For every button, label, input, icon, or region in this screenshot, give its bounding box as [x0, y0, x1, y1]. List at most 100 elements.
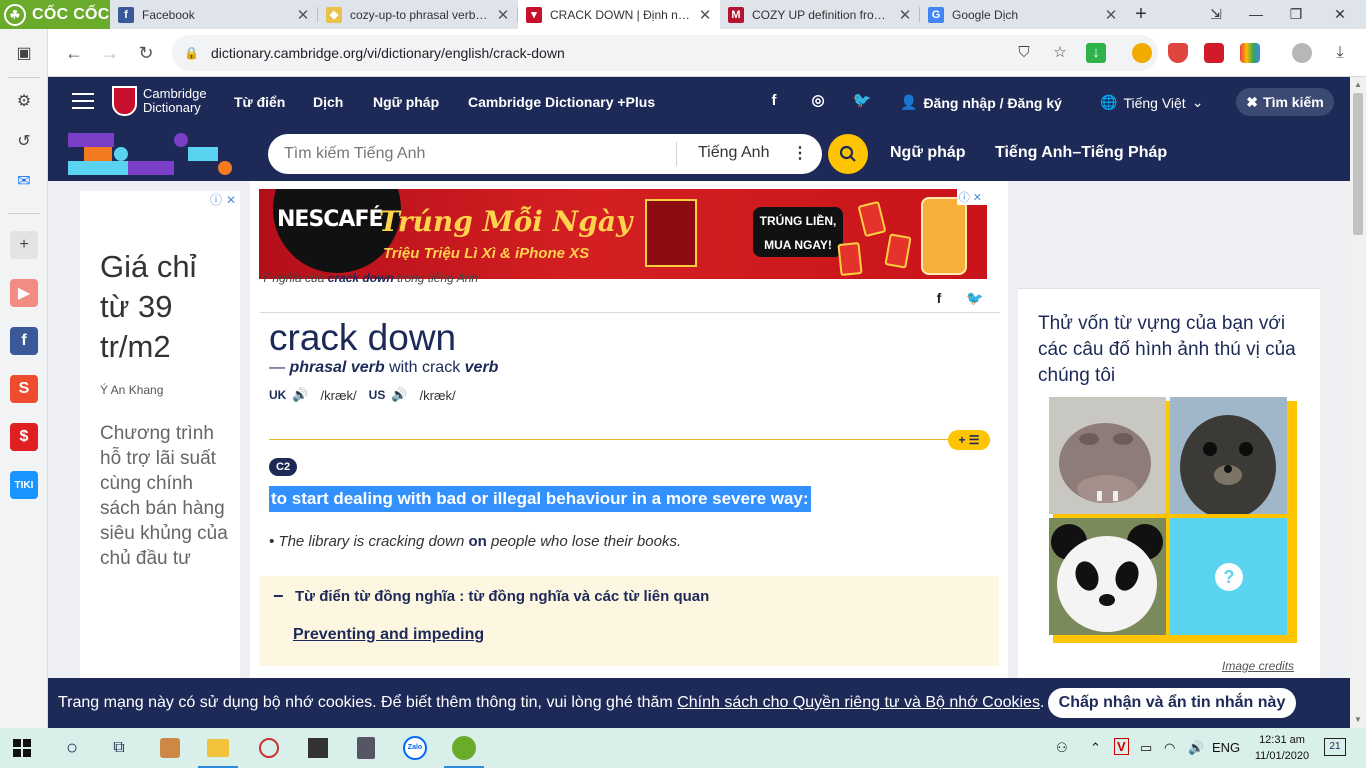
- tab-facebook[interactable]: f Facebook ✕: [110, 0, 318, 29]
- sendo-icon[interactable]: $: [10, 423, 38, 451]
- share-twitter-icon[interactable]: 🐦: [966, 289, 984, 307]
- hippo-image[interactable]: [1049, 397, 1166, 514]
- extension-color-icon[interactable]: [1240, 43, 1260, 63]
- quiz-image-grid[interactable]: ?: [1045, 393, 1297, 643]
- people-icon[interactable]: ⚇: [1056, 740, 1068, 756]
- pos-with-verb[interactable]: verb: [465, 359, 499, 376]
- image-credits-link[interactable]: Image credits: [1222, 659, 1294, 673]
- search-submit-button[interactable]: [828, 134, 868, 174]
- close-window-icon[interactable]: ✕: [1320, 0, 1360, 29]
- ad-choices-icon[interactable]: ⓘ✕: [956, 189, 987, 205]
- page-scrollbar[interactable]: ▲ ▼: [1350, 77, 1366, 728]
- app-icon-2[interactable]: [255, 734, 283, 762]
- new-tab-icon[interactable]: +: [1130, 0, 1152, 29]
- input-language[interactable]: ENG: [1212, 740, 1240, 755]
- scroll-down-icon[interactable]: ▼: [1350, 712, 1366, 728]
- cambridge-logo[interactable]: Cambridge Dictionary: [112, 86, 207, 116]
- vpn-tray-icon[interactable]: V: [1114, 738, 1129, 755]
- us-audio-speaker-icon[interactable]: 🔊: [391, 387, 407, 403]
- youtube-icon[interactable]: ▶: [10, 279, 38, 307]
- volume-icon[interactable]: 🔊: [1188, 740, 1204, 756]
- cookie-accept-button[interactable]: Chấp nhận và ẩn tin nhắn này: [1048, 688, 1296, 718]
- close-tab-icon[interactable]: ✕: [698, 6, 712, 24]
- taskbar-clock[interactable]: 12:31 am 11/01/2020: [1250, 732, 1314, 764]
- settings-gear-icon[interactable]: ⚙: [10, 87, 38, 115]
- file-explorer-icon[interactable]: [204, 734, 232, 762]
- share-facebook-icon[interactable]: f: [930, 289, 948, 307]
- banner-advertisement[interactable]: NESCAFÉ Trúng Mỗi Ngày Triệu Triệu Lì Xì…: [259, 189, 987, 279]
- close-tab-icon[interactable]: ✕: [898, 6, 912, 24]
- download-icon[interactable]: ↓: [1086, 43, 1106, 63]
- history-icon[interactable]: ↺: [10, 127, 38, 155]
- extension-shield-icon[interactable]: [1168, 43, 1188, 63]
- downloads-tray-icon[interactable]: ⤓: [1330, 43, 1350, 63]
- cookie-policy-link[interactable]: Chính sách cho Quyền riêng tư và Bộ nhớ …: [677, 694, 1040, 711]
- thesaurus-link[interactable]: Preventing and impeding: [293, 626, 484, 644]
- close-tab-icon[interactable]: ✕: [1104, 6, 1118, 24]
- app-icon-3[interactable]: [304, 734, 332, 762]
- left-advertisement[interactable]: ⓘ✕ Giá chỉ từ 39 tr/m2 Ý An Khang Chương…: [80, 191, 240, 681]
- nav-dictionary[interactable]: Từ điển: [234, 94, 285, 110]
- app-icon-4[interactable]: [352, 734, 380, 762]
- uk-audio-speaker-icon[interactable]: 🔊: [292, 387, 308, 403]
- dictionary-selector[interactable]: Tiếng Anh: [698, 144, 769, 162]
- login-link[interactable]: 👤 Đăng nhập / Đăng ký: [900, 94, 1062, 111]
- search-input[interactable]: [284, 142, 664, 166]
- tab-cozy-up-definition[interactable]: M COZY UP definition from M ✕: [720, 0, 920, 29]
- nav-grammar[interactable]: Ngữ pháp: [373, 94, 439, 110]
- header-search-button[interactable]: ✖ Tìm kiếm: [1236, 88, 1334, 116]
- extension-chrome-icon[interactable]: [1132, 43, 1152, 63]
- sidebar-toggle-icon[interactable]: ▣: [10, 39, 38, 67]
- reload-icon[interactable]: ↻: [134, 41, 158, 65]
- quick-link-english-french[interactable]: Tiếng Anh–Tiếng Pháp: [995, 144, 1167, 162]
- scrollbar-thumb[interactable]: [1353, 93, 1363, 235]
- messenger-icon[interactable]: ✉: [10, 167, 38, 195]
- extension-red-icon[interactable]: [1204, 43, 1224, 63]
- wifi-icon[interactable]: ◠: [1164, 740, 1175, 756]
- tab-crack-down[interactable]: ▾ CRACK DOWN | Định nghĩa ✕: [518, 0, 720, 29]
- back-arrow-icon[interactable]: ←: [62, 41, 86, 65]
- quick-link-grammar[interactable]: Ngữ pháp: [890, 144, 966, 162]
- task-view-icon[interactable]: ⧉: [105, 734, 133, 762]
- tab-google-translate[interactable]: G Google Dịch ✕: [920, 0, 1126, 29]
- twitter-icon[interactable]: 🐦: [852, 91, 872, 111]
- nav-translate[interactable]: Dịch: [313, 94, 343, 110]
- shopee-icon[interactable]: S: [10, 375, 38, 403]
- facebook-icon[interactable]: f: [10, 327, 38, 355]
- panda-image[interactable]: [1049, 518, 1166, 635]
- tiki-icon[interactable]: TIKI: [10, 471, 38, 499]
- tab-search-icon[interactable]: ⇲: [1196, 0, 1236, 29]
- coccoc-taskbar-icon[interactable]: [450, 734, 478, 762]
- search-circle-icon[interactable]: ○: [58, 734, 86, 762]
- coccoc-menu-button[interactable]: ☘ CỐC CỐC: [0, 0, 110, 29]
- url-bar[interactable]: 🔒 dictionary.cambridge.org/vi/dictionary…: [172, 35, 1158, 71]
- zalo-icon[interactable]: Zalo: [401, 734, 429, 762]
- unknown-image-tile[interactable]: ?: [1170, 518, 1287, 635]
- ad-choices-icon[interactable]: ⓘ✕: [210, 191, 240, 208]
- forward-arrow-icon[interactable]: →: [98, 41, 122, 65]
- profile-avatar[interactable]: [1292, 43, 1312, 63]
- close-tab-icon[interactable]: ✕: [496, 6, 510, 24]
- facebook-icon[interactable]: f: [764, 91, 784, 111]
- app-icon-1[interactable]: [156, 734, 184, 762]
- battery-icon[interactable]: ▭: [1140, 740, 1152, 756]
- more-dots-icon[interactable]: ⋮: [792, 143, 808, 163]
- seal-image[interactable]: [1170, 397, 1287, 514]
- language-selector[interactable]: 🌐 Tiếng Việt ⌄: [1100, 94, 1203, 111]
- notification-center-icon[interactable]: 21: [1324, 738, 1346, 756]
- add-shortcut-icon[interactable]: +: [10, 231, 38, 259]
- add-to-wordlist-button[interactable]: + ☰: [948, 430, 990, 450]
- scroll-up-icon[interactable]: ▲: [1350, 77, 1366, 93]
- minimize-icon[interactable]: —: [1236, 0, 1276, 29]
- tab-cozy-up-to[interactable]: ◆ cozy-up-to phrasal verb - D ✕: [318, 0, 518, 29]
- instagram-icon[interactable]: ◎: [808, 91, 828, 111]
- nav-plus[interactable]: Cambridge Dictionary +Plus: [468, 94, 655, 110]
- restore-icon[interactable]: ❐: [1276, 0, 1316, 29]
- close-tab-icon[interactable]: ✕: [296, 6, 310, 24]
- shield-icon[interactable]: ⛉: [1014, 43, 1034, 63]
- hamburger-menu-icon[interactable]: [72, 93, 94, 109]
- collapse-minus-icon[interactable]: −: [273, 586, 284, 607]
- bookmark-star-icon[interactable]: ☆: [1050, 43, 1070, 63]
- windows-start-icon[interactable]: [8, 734, 36, 762]
- tray-chevron-up-icon[interactable]: ⌃: [1090, 740, 1101, 756]
